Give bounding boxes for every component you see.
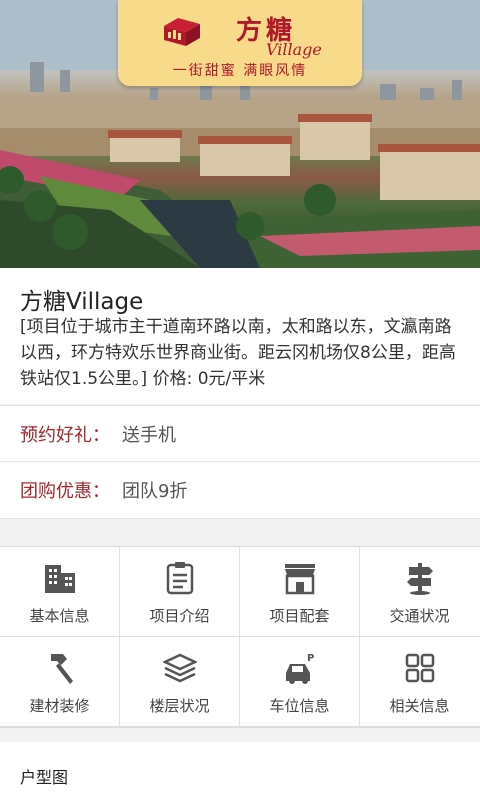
related-info-button[interactable]: 相关信息 (360, 637, 480, 727)
amenities-label: 项目配套 (269, 607, 330, 625)
floors-label: 楼层状况 (149, 697, 210, 715)
signpost-icon (407, 563, 433, 595)
floors-button[interactable]: 楼层状况 (120, 637, 240, 727)
grid-icon (405, 653, 435, 683)
project-intro-button[interactable]: 项目介绍 (120, 547, 240, 637)
discount-value: 团队9折 (122, 481, 188, 502)
sugar-cube-icon (164, 18, 200, 46)
materials-label: 建材装修 (29, 697, 90, 715)
project-intro-label: 项目介绍 (149, 607, 210, 625)
brand-sub: Village (266, 40, 322, 59)
amenities-button[interactable]: 项目配套 (240, 547, 360, 637)
brand-logo: 方糖 Village 一街甜蜜 满眼风情 (118, 0, 362, 86)
parking-label: 车位信息 (269, 697, 330, 715)
group-discount-row[interactable]: 团购优惠： 团队9折 (0, 461, 480, 519)
project-title: 方糖Village (20, 289, 144, 315)
traffic-label: 交通状况 (389, 607, 450, 625)
related-info-label: 相关信息 (389, 697, 450, 715)
storefront-icon (285, 564, 315, 595)
clipboard-icon (166, 562, 194, 595)
brand-tagline: 一街甜蜜 满眼风情 (172, 63, 308, 79)
basic-info-button[interactable]: 基本信息 (0, 547, 120, 637)
parking-button[interactable]: P 车位信息 (240, 637, 360, 727)
feature-grid: 基本信息 项目介绍 项目配套 交通状况 建材装修 楼层状况 P 车位信息 相关信… (0, 546, 480, 728)
gift-label: 预约好礼： (20, 425, 110, 446)
hero-banner-image: 方糖 Village 一街甜蜜 满眼风情 (0, 0, 480, 268)
hammer-icon (51, 654, 73, 684)
gift-value: 送手机 (122, 425, 176, 446)
materials-button[interactable]: 建材装修 (0, 637, 120, 727)
layers-icon (163, 653, 197, 683)
traffic-button[interactable]: 交通状况 (360, 547, 480, 637)
svg-text:P: P (307, 653, 314, 664)
project-info-card: 方糖Village [项目位于城市主干道南环路以南，太和路以东，文瀛南路以西，环… (0, 268, 480, 404)
parking-car-icon: P (286, 653, 314, 684)
discount-label: 团购优惠： (20, 481, 110, 502)
building-icon (45, 565, 75, 593)
basic-info-label: 基本信息 (29, 607, 90, 625)
project-description: [项目位于城市主干道南环路以南，太和路以东，文瀛南路以西，环方特欢乐世界商业街。… (20, 317, 456, 389)
floor-plan-section: 户型图 (0, 742, 480, 800)
gift-row[interactable]: 预约好礼： 送手机 (0, 405, 480, 462)
floor-plan-title: 户型图 (20, 768, 69, 787)
